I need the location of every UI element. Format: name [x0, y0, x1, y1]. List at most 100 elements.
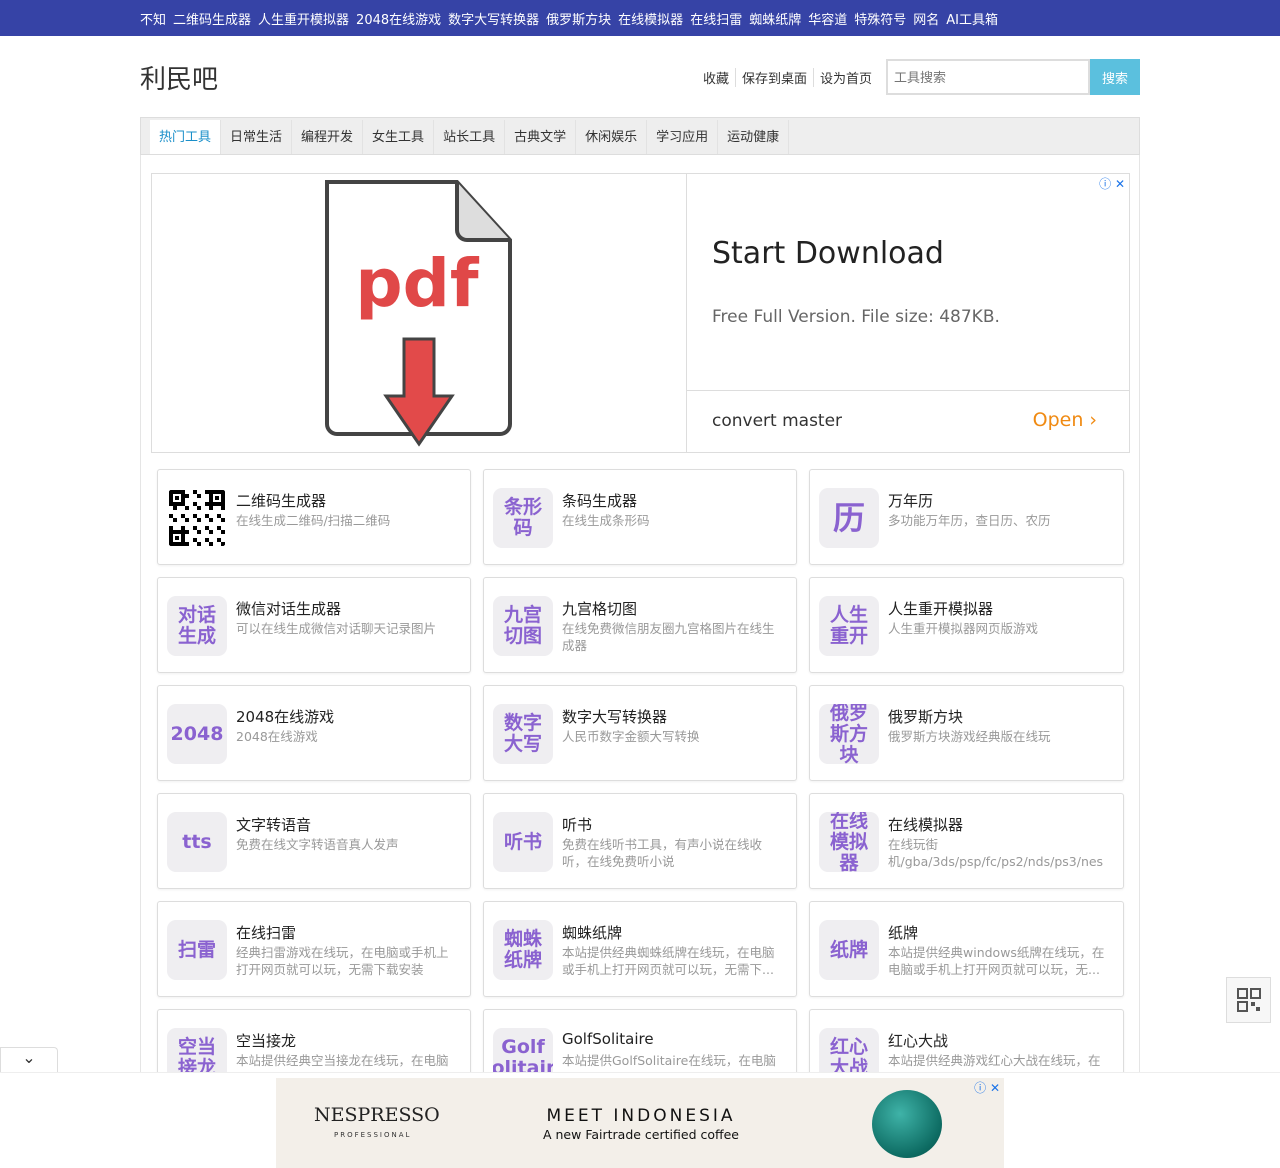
tool-card[interactable]: 2048 2048在线游戏 2048在线游戏	[157, 685, 471, 781]
ad-brand: convert master	[712, 411, 843, 431]
tool-icon: 扫雷	[167, 920, 227, 980]
tool-title: 纸牌	[888, 924, 919, 942]
tool-icon: 俄罗斯方块	[819, 704, 879, 764]
tool-title: 人生重开模拟器	[888, 600, 994, 618]
nespresso-ad[interactable]: NESPRESSO PROFESSIONAL MEET INDONESIA A …	[276, 1078, 1004, 1168]
tool-description: 人民币数字金额大写转换	[562, 729, 700, 744]
top-nav-link[interactable]: 特殊符号	[854, 9, 906, 28]
tool-title: 条码生成器	[562, 492, 638, 510]
tool-icon: 听书	[493, 812, 553, 872]
tool-icon: 蜘蛛纸牌	[493, 920, 553, 980]
tab-7[interactable]: 学习应用	[647, 120, 719, 154]
collapse-ad-button[interactable]: ⌄	[0, 1047, 58, 1073]
tool-icon: tts	[167, 812, 227, 872]
pdf-label: pdf	[355, 245, 479, 322]
chevron-down-icon: ⌄	[22, 1048, 36, 1067]
tool-title: 在线扫雷	[236, 924, 297, 942]
top-nav-link[interactable]: AI工具箱	[946, 9, 998, 28]
category-tabs: 热门工具 日常生活 编程开发 女生工具 站长工具 古典文学 休闲娱乐 学习应用 运动健康	[140, 117, 1140, 155]
search-button[interactable]: 搜索	[1090, 59, 1140, 95]
tool-icon: 条形码	[493, 488, 553, 548]
top-nav-link[interactable]: 在线扫雷	[690, 9, 742, 28]
ad-footer: convert master Open ›	[687, 390, 1129, 452]
tab-5[interactable]: 古典文学	[505, 120, 577, 154]
tab-2[interactable]: 编程开发	[292, 120, 364, 154]
site-logo[interactable]: 利民吧	[140, 59, 218, 96]
tool-card[interactable]: 俄罗斯方块 俄罗斯方块 俄罗斯方块游戏经典版在线玩	[809, 685, 1124, 781]
tool-title: 万年历	[888, 492, 934, 510]
tab-8[interactable]: 运动健康	[718, 120, 790, 154]
tool-title: 空当接龙	[236, 1032, 297, 1050]
tool-icon: 对话生成	[167, 596, 227, 656]
ad-subtitle: Free Full Version. File size: 487KB.	[712, 307, 1000, 327]
tool-card[interactable]: 听书 听书 免费在线听书工具，有声小说在线收听，在线免费听小说	[483, 793, 797, 889]
tab-1[interactable]: 日常生活	[221, 120, 293, 154]
tool-card[interactable]: 纸牌 纸牌 本站提供经典windows纸牌在线玩，在电脑或手机上打开网页就可以玩，无…	[809, 901, 1124, 997]
ad-open-button[interactable]: Open ›	[1033, 409, 1097, 431]
tool-title: 二维码生成器	[236, 492, 327, 510]
top-nav-link[interactable]: 网名	[913, 9, 939, 28]
save-desktop-link[interactable]: 保存到桌面	[734, 67, 813, 87]
top-nav-link[interactable]: 数字大写转换器	[448, 9, 539, 28]
bookmark-link[interactable]: 收藏	[697, 68, 735, 87]
tab-6[interactable]: 休闲娱乐	[576, 120, 648, 154]
tool-description: 在线生成二维码/扫描二维码	[236, 513, 391, 528]
tool-card[interactable]: 对话生成 微信对话生成器 可以在线生成微信对话聊天记录图片	[157, 577, 471, 673]
qr-code-float-button[interactable]	[1226, 977, 1271, 1023]
tool-title: GolfSolitaire	[562, 1030, 654, 1048]
tool-card[interactable]: 条形码 条码生成器在线生成条形码	[483, 469, 797, 565]
ad-open-label: Open	[1032, 409, 1084, 431]
tool-card[interactable]: 二维码生成器在线生成二维码/扫描二维码	[157, 469, 471, 565]
top-nav-link[interactable]: 在线模拟器	[618, 9, 683, 28]
tool-card[interactable]: 数字大写 数字大写转换器 人民币数字金额大写转换	[483, 685, 797, 781]
tool-card[interactable]: 蜘蛛纸牌 蜘蛛纸牌 本站提供经典蜘蛛纸牌在线玩，在电脑或手机上打开网页就可以玩，无需…	[483, 901, 797, 997]
tool-title: 2048在线游戏	[236, 708, 335, 726]
tab-3[interactable]: 女生工具	[363, 120, 435, 154]
tool-description: 本站提供经典蜘蛛纸牌在线玩，在电脑或手机上打开网页就可以玩，无需下...	[562, 945, 775, 977]
tool-description: 俄罗斯方块游戏经典版在线玩	[888, 729, 1051, 744]
tool-card[interactable]: 人生重开 人生重开模拟器 人生重开模拟器网页版游戏	[809, 577, 1124, 673]
tool-description: 2048在线游戏	[236, 729, 318, 744]
tool-title: 在线模拟器	[888, 816, 964, 834]
ad-headline: MEET INDONESIA	[546, 1106, 736, 1126]
ad-banner[interactable]: pdf ⓘ ✕ Start Download Free Full Version…	[151, 173, 1130, 453]
tool-card[interactable]: 历万年历 多功能万年历，查日历、农历	[809, 469, 1124, 565]
bottom-sticky-ad: NESPRESSO PROFESSIONAL MEET INDONESIA A …	[0, 1072, 1280, 1168]
coffee-capsule-image	[872, 1090, 942, 1158]
tool-card[interactable]: 扫雷 在线扫雷经典扫雷游戏在线玩，在电脑或手机上打开网页就可以玩，无需下载安装	[157, 901, 471, 997]
qr-icon	[1236, 988, 1261, 1012]
top-nav-link[interactable]: 2048在线游戏	[356, 9, 441, 28]
tool-title: 文字转语音	[236, 816, 312, 834]
tool-icon: 2048	[167, 704, 227, 764]
top-nav-link[interactable]: 人生重开模拟器	[258, 9, 349, 28]
tool-description: 在线生成条形码	[562, 513, 650, 528]
tab-4[interactable]: 站长工具	[434, 120, 506, 154]
tool-card[interactable]: 在线模拟器 在线模拟器 在线玩街机/gba/3ds/psp/fc/ps2/nds/p…	[809, 793, 1124, 889]
tool-description: 在线玩街机/gba/3ds/psp/fc/ps2/nds/ps3/nes游戏,无…	[888, 837, 1104, 869]
top-nav-link[interactable]: 不知	[140, 9, 166, 28]
tool-card[interactable]: tts 文字转语音 免费在线文字转语音真人发声	[157, 793, 471, 889]
ad-title: Start Download	[712, 236, 944, 271]
tool-description: 经典扫雷游戏在线玩，在电脑或手机上打开网页就可以玩，无需下载安装	[236, 945, 449, 977]
tool-title: 俄罗斯方块	[888, 708, 964, 726]
header: 利民吧 收藏 保存到桌面 设为首页 搜索	[140, 58, 1140, 96]
tool-grid: 二维码生成器 在线生成二维码/扫描二维码 条形码 条码生成器 在线生成条形码历万年历 多功…	[157, 469, 1124, 1105]
top-nav-link[interactable]: 华容道	[808, 9, 847, 28]
ad-brand-logo: NESPRESSO	[314, 1104, 440, 1126]
set-homepage-link[interactable]: 设为首页	[812, 67, 878, 87]
ad-close-icon[interactable]: ⓘ ✕	[974, 1079, 1000, 1096]
qr-code-icon	[167, 488, 227, 548]
ad-close-icon[interactable]: ⓘ ✕	[1099, 175, 1125, 192]
tool-card[interactable]: 九宫切图 九宫格切图 在线免费微信朋友圈九宫格图片在线生成器	[483, 577, 797, 673]
tab-0[interactable]: 热门工具	[150, 120, 222, 154]
top-nav-link[interactable]: 二维码生成器	[173, 9, 251, 28]
tool-title: 红心大战	[888, 1032, 949, 1050]
tool-icon: 人生重开	[819, 596, 879, 656]
top-nav-link[interactable]: 蜘蛛纸牌	[749, 9, 801, 28]
ad-brand-sub: PROFESSIONAL	[334, 1131, 412, 1139]
tool-description: 在线免费微信朋友圈九宫格图片在线生成器	[562, 621, 775, 653]
tool-icon: 在线模拟器	[819, 812, 879, 872]
top-nav-link[interactable]: 俄罗斯方块	[546, 9, 611, 28]
tool-description: 本站提供GolfSolitaire在线玩，在电脑	[562, 1053, 776, 1068]
search-input[interactable]	[886, 59, 1090, 95]
